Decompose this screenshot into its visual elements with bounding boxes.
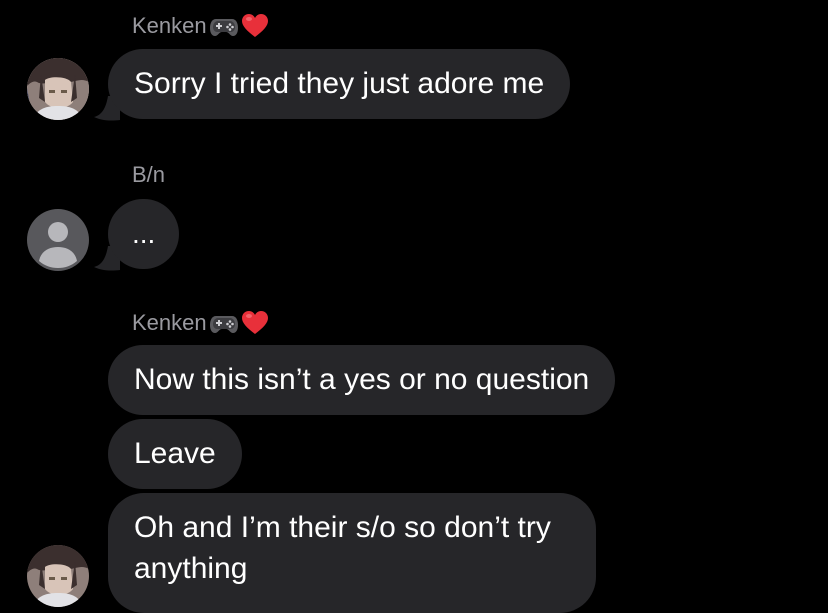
sender-name-kenken: Kenken	[132, 310, 269, 336]
avatar-placeholder[interactable]	[27, 209, 89, 271]
message-text: Oh and I’m their s/o so don’t try anythi…	[134, 511, 551, 585]
message-text: ...	[132, 218, 156, 249]
message-bubble[interactable]: Sorry I tried they just adore me	[108, 49, 571, 119]
avatar-kenken[interactable]	[27, 58, 89, 120]
sender-name-bn: B/n	[132, 162, 165, 188]
red-heart-icon	[241, 13, 269, 39]
sender-name-text: Kenken	[132, 310, 207, 335]
message-bubble[interactable]: Oh and I’m their s/o so don’t try anythi…	[108, 493, 596, 613]
avatar-kenken[interactable]	[27, 545, 89, 607]
sender-name-text: B/n	[132, 162, 166, 187]
sender-name-kenken: Kenken	[132, 13, 269, 39]
message-text: Leave	[134, 437, 216, 470]
message-bubble[interactable]: Leave	[108, 419, 242, 489]
red-heart-icon	[241, 310, 269, 336]
message-text: Sorry I tried they just adore me	[134, 67, 545, 100]
sender-name-text: Kenken	[132, 13, 207, 38]
message-bubble[interactable]: ...	[108, 199, 180, 269]
message-bubble[interactable]: Now this isn’t a yes or no question	[108, 345, 616, 415]
gamepad-icon	[209, 13, 239, 39]
gamepad-icon	[209, 310, 239, 336]
message-text: Now this isn’t a yes or no question	[134, 363, 590, 396]
